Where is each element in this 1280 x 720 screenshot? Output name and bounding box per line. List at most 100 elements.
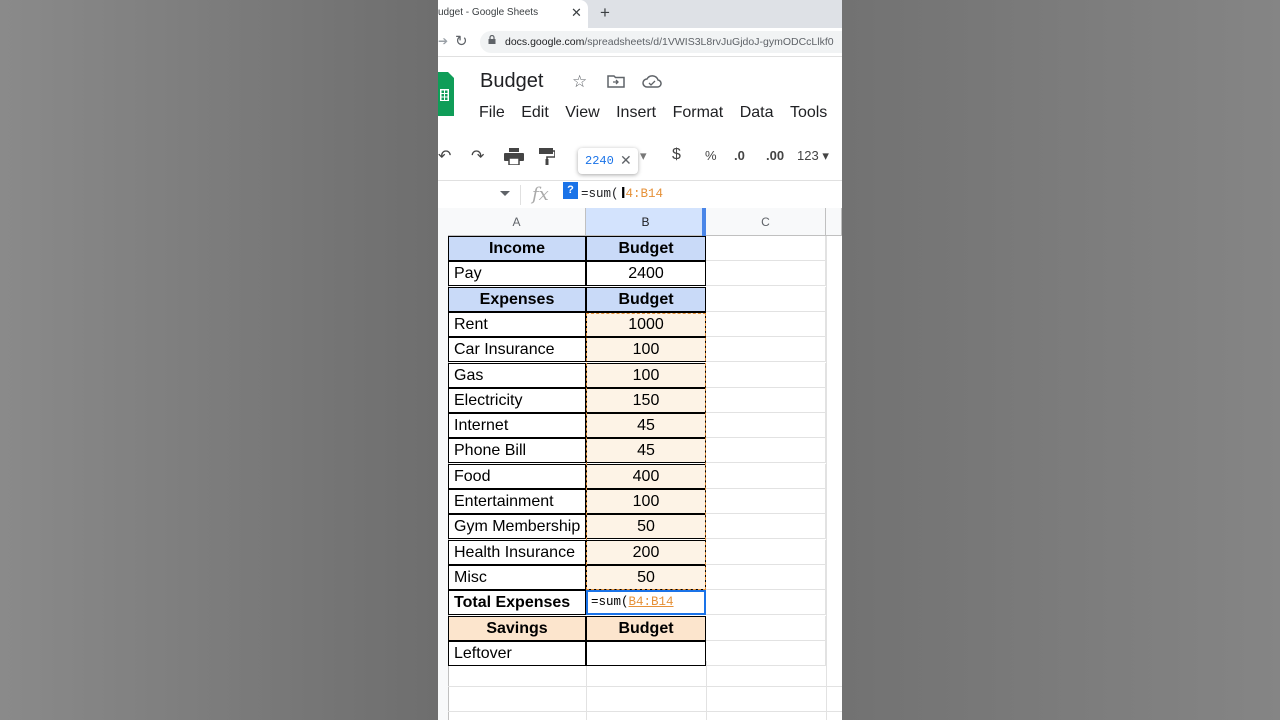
percent-format-button[interactable]: % [705, 148, 717, 163]
cell-c[interactable] [706, 387, 826, 413]
cell-a[interactable]: Rent [448, 311, 586, 337]
star-icon[interactable]: ☆ [572, 72, 587, 92]
tab-title: udget - Google Sheets [438, 7, 539, 18]
cell-b[interactable]: 400 [586, 463, 706, 489]
video-background-right [842, 0, 1280, 720]
currency-format-button[interactable]: $ [672, 146, 681, 164]
cell-c[interactable] [706, 438, 826, 464]
address-bar: ➔ ↻ docs.google.com/spreadsheets/d/1VWIS… [438, 28, 842, 57]
cell-a[interactable]: Electricity [448, 387, 586, 413]
zoom-dropdown-icon[interactable]: ▾ [640, 148, 647, 164]
cell-c[interactable] [706, 261, 826, 287]
url-text: docs.google.com/spreadsheets/d/1VWIS3L8r… [505, 36, 834, 48]
close-tab-icon[interactable]: ✕ [571, 5, 582, 21]
cell-a[interactable]: Leftover [448, 640, 586, 666]
decrease-decimal-button[interactable]: .0 [734, 148, 745, 163]
cell-a[interactable]: Total Expenses [448, 590, 586, 616]
cell-c[interactable] [706, 286, 826, 312]
name-box-dropdown-icon[interactable] [500, 191, 510, 196]
cell-a[interactable]: Food [448, 463, 586, 489]
cell-a[interactable]: Savings [448, 615, 586, 641]
new-tab-icon[interactable]: + [600, 3, 610, 23]
cell-b[interactable]: 1000 [586, 311, 706, 337]
cell-b[interactable]: 100 [586, 337, 706, 363]
cell-b[interactable]: 45 [586, 413, 706, 439]
menu-data[interactable]: Data [740, 104, 774, 122]
menu-file[interactable]: File [479, 104, 505, 122]
cell-c[interactable] [706, 362, 826, 388]
text-cursor-icon: I [621, 185, 626, 202]
redo-icon[interactable]: ↷ [471, 146, 484, 166]
cell-b[interactable]: 200 [586, 539, 706, 565]
browser-tab[interactable]: udget - Google Sheets ✕ [438, 0, 588, 28]
cell-c[interactable] [706, 564, 826, 590]
cell-c[interactable] [706, 615, 826, 641]
cell-a[interactable]: Phone Bill [448, 438, 586, 464]
menu-format[interactable]: Format [673, 104, 724, 122]
cell-c[interactable] [706, 640, 826, 666]
cloud-status-icon[interactable] [642, 75, 662, 88]
url-field[interactable]: docs.google.com/spreadsheets/d/1VWIS3L8r… [480, 31, 842, 53]
table-row: Expenses Budget [448, 286, 842, 312]
cell-c[interactable] [706, 463, 826, 489]
cell-a[interactable]: Internet [448, 413, 586, 439]
undo-icon[interactable]: ↶ [438, 146, 451, 166]
cell-b[interactable]: Budget [586, 236, 706, 261]
column-header-d[interactable] [826, 208, 842, 236]
cell-formula-prefix: =sum( [591, 595, 629, 610]
cell-c[interactable] [706, 337, 826, 363]
cell-c[interactable] [706, 539, 826, 565]
cell-b[interactable]: 50 [586, 564, 706, 590]
cell-b[interactable]: 100 [586, 362, 706, 388]
cell-c[interactable] [706, 236, 826, 261]
formula-bar: fx ? =sum(4:B14 I [438, 180, 842, 210]
cell-b[interactable]: Budget [586, 286, 706, 312]
print-icon[interactable] [504, 148, 524, 165]
cell-c[interactable] [706, 489, 826, 514]
cell-a[interactable]: Gym Membership [448, 514, 586, 540]
table-row: Income Budget [448, 236, 842, 261]
column-header-c[interactable]: C [706, 208, 826, 236]
cell-b[interactable]: 2400 [586, 261, 706, 287]
cell-c[interactable] [706, 514, 826, 540]
cell-c[interactable] [706, 590, 826, 616]
cell-a[interactable]: Entertainment [448, 489, 586, 514]
document-title[interactable]: Budget [480, 70, 543, 93]
menu-insert[interactable]: Insert [616, 104, 656, 122]
cell-a[interactable]: Income [448, 236, 586, 261]
cell-b[interactable]: Budget [586, 615, 706, 641]
reload-icon[interactable]: ↻ [455, 32, 468, 50]
cell-b[interactable]: 100 [586, 489, 706, 514]
active-cell-editor[interactable]: =sum(B4:B14 [586, 590, 706, 616]
cell-a[interactable]: Health Insurance [448, 539, 586, 565]
cell-a[interactable]: Gas [448, 362, 586, 388]
menu-view[interactable]: View [565, 104, 599, 122]
more-formats-button[interactable]: 123 ▾ [797, 148, 829, 164]
table-row: Internet 45 [448, 413, 842, 439]
formula-help-icon[interactable]: ? [563, 182, 578, 199]
sheets-logo-icon[interactable] [438, 72, 454, 116]
cell-a[interactable]: Misc [448, 564, 586, 590]
cell-a[interactable]: Car Insurance [448, 337, 586, 363]
cell-b[interactable]: 150 [586, 387, 706, 413]
column-header-b[interactable]: B [586, 208, 706, 236]
cell-c[interactable] [706, 413, 826, 439]
menu-edit[interactable]: Edit [521, 104, 549, 122]
cell-formula-range-ref: B4:B14 [628, 595, 674, 610]
column-header-a[interactable]: A [448, 208, 586, 236]
cell-c[interactable] [706, 311, 826, 337]
increase-decimal-button[interactable]: .00 [766, 148, 784, 163]
cell-b[interactable]: 50 [586, 514, 706, 540]
paint-format-icon[interactable] [539, 148, 555, 165]
formula-result-tooltip: 2240 ✕ [578, 148, 638, 174]
menu-tools[interactable]: Tools [790, 104, 827, 122]
tab-strip: udget - Google Sheets ✕ + [438, 0, 842, 28]
cell-a[interactable]: Expenses [448, 286, 586, 312]
tooltip-value: 2240 [585, 154, 614, 168]
cell-b[interactable]: 45 [586, 438, 706, 464]
move-folder-icon[interactable] [607, 74, 625, 88]
tooltip-close-icon[interactable]: ✕ [620, 152, 632, 169]
cell-b[interactable] [586, 640, 706, 666]
forward-arrow-icon[interactable]: ➔ [438, 34, 448, 48]
cell-a[interactable]: Pay [448, 261, 586, 287]
